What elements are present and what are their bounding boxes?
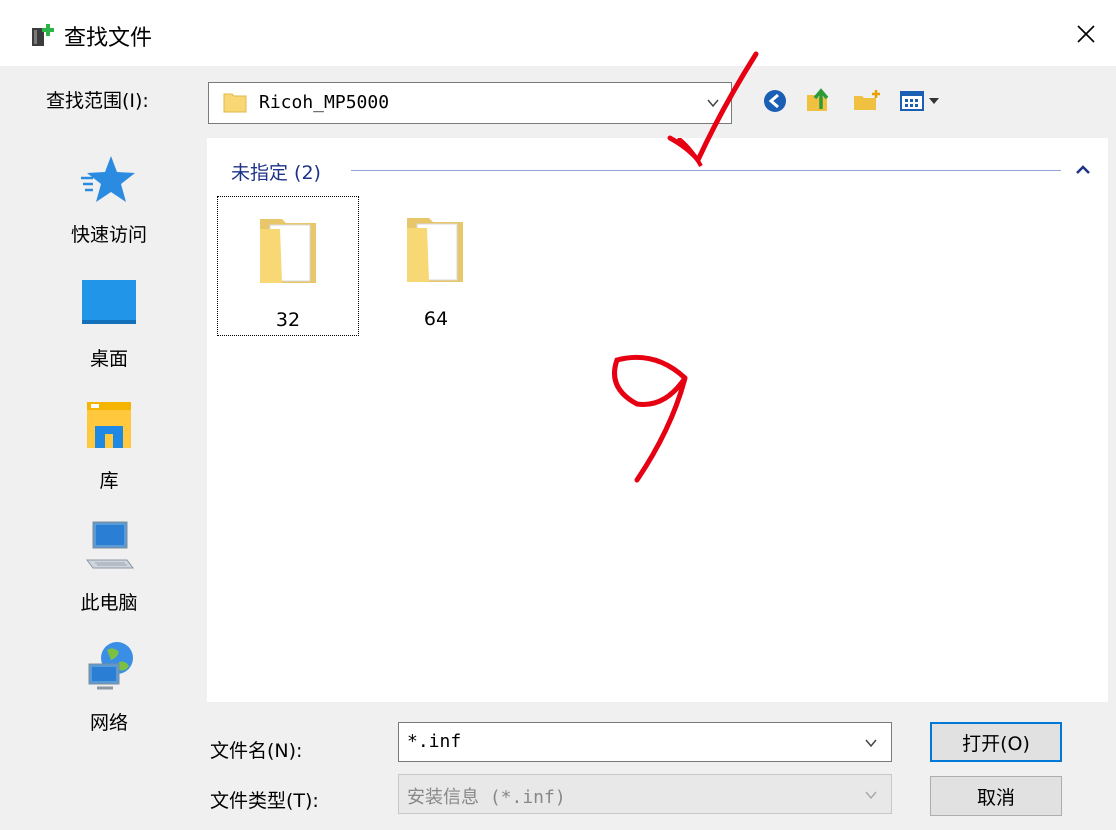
app-icon — [32, 24, 54, 46]
filetype-select[interactable]: 安装信息 (*.inf) — [398, 774, 892, 814]
chevron-up-icon[interactable] — [1073, 160, 1093, 180]
filename-input[interactable]: *.inf — [398, 722, 892, 762]
group-divider — [351, 170, 1061, 171]
library-icon — [87, 402, 131, 448]
filetype-label: 文件类型(T): — [210, 790, 319, 812]
place-library[interactable]: 库 — [54, 398, 164, 493]
place-label: 桌面 — [89, 348, 128, 370]
folder-icon — [407, 218, 463, 282]
place-quick-access[interactable]: 快速访问 — [54, 152, 164, 247]
view-menu-button[interactable] — [898, 86, 948, 116]
network-icon — [88, 642, 133, 690]
look-in-value: Ricoh_MP5000 — [259, 92, 390, 113]
look-in-combo[interactable]: Ricoh_MP5000 — [208, 82, 732, 124]
place-label: 库 — [99, 470, 119, 492]
filetype-value: 安装信息 (*.inf) — [407, 787, 566, 808]
window-title: 查找文件 — [64, 26, 153, 51]
chevron-down-icon[interactable] — [863, 787, 879, 803]
look-in-label: 查找范围(I): — [46, 90, 149, 112]
new-folder-icon[interactable] — [852, 88, 882, 114]
up-folder-button[interactable] — [804, 86, 834, 116]
group-header[interactable]: 未指定 (2) — [231, 158, 321, 185]
cancel-button[interactable]: 取消 — [930, 776, 1062, 816]
title-bar: 查找文件 — [0, 0, 1116, 66]
place-label: 网络 — [89, 712, 128, 734]
folder-icon — [223, 93, 247, 113]
computer-icon — [86, 521, 134, 569]
place-label: 快速访问 — [70, 224, 147, 246]
file-list[interactable]: 未指定 (2) 32 64 — [207, 138, 1108, 702]
place-desktop[interactable]: 桌面 — [54, 276, 164, 371]
place-network[interactable]: 网络 — [54, 640, 164, 735]
chevron-down-icon[interactable] — [863, 735, 879, 751]
up-folder-icon[interactable] — [805, 87, 833, 115]
filename-label: 文件名(N): — [210, 740, 303, 762]
checkmark-annotation — [667, 51, 759, 165]
folder-item[interactable]: 64 — [365, 196, 507, 336]
place-label: 此电脑 — [80, 592, 138, 614]
folder-item[interactable]: 32 — [217, 196, 359, 336]
folder-name: 32 — [275, 309, 301, 331]
close-icon[interactable] — [1076, 24, 1096, 44]
open-button[interactable]: 打开(O) — [930, 722, 1062, 762]
desktop-icon — [82, 280, 136, 324]
folder-icon — [260, 219, 316, 283]
new-folder-button[interactable] — [852, 86, 882, 116]
star-icon — [81, 156, 135, 202]
folder-name: 64 — [423, 308, 449, 330]
close-button[interactable] — [1066, 14, 1106, 54]
place-this-pc[interactable]: 此电脑 — [54, 520, 164, 615]
filename-value[interactable]: *.inf — [407, 731, 461, 752]
view-menu-icon[interactable] — [899, 89, 947, 113]
